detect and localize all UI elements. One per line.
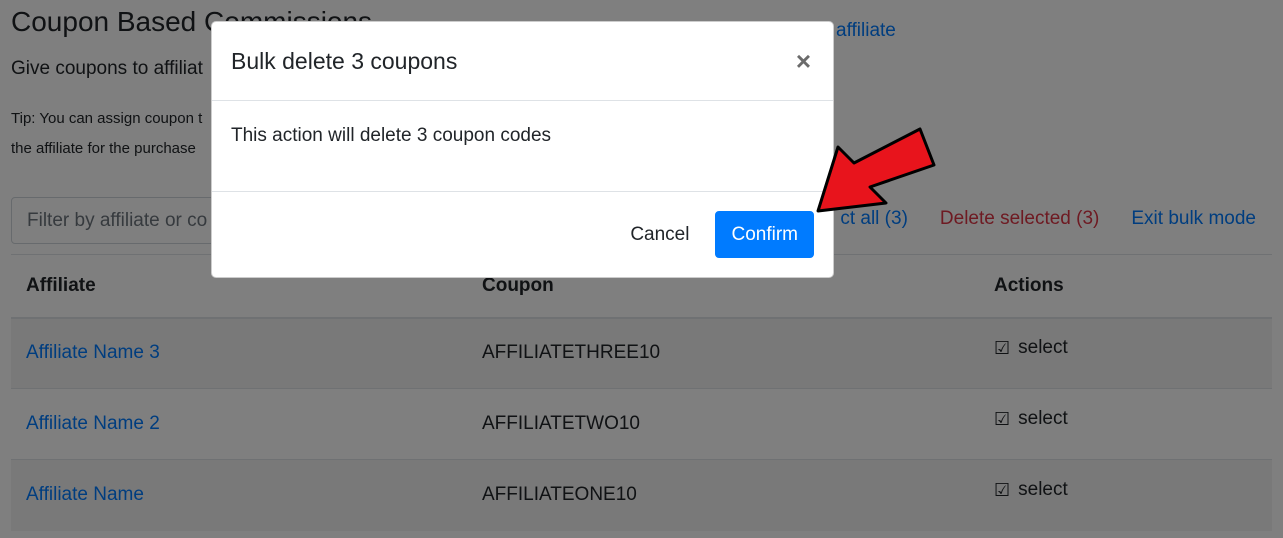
close-icon[interactable]: × bbox=[796, 48, 811, 74]
bulk-delete-modal: Bulk delete 3 coupons × This action will… bbox=[211, 21, 834, 278]
modal-title: Bulk delete 3 coupons bbox=[231, 47, 458, 74]
arrow-shape bbox=[816, 127, 936, 213]
modal-footer: Cancel Confirm bbox=[212, 192, 833, 277]
confirm-button[interactable]: Confirm bbox=[715, 211, 814, 258]
cancel-button[interactable]: Cancel bbox=[630, 214, 689, 256]
modal-body: This action will delete 3 coupon codes bbox=[212, 101, 833, 192]
modal-header: Bulk delete 3 coupons × bbox=[212, 22, 833, 101]
red-arrow-annotation bbox=[816, 127, 936, 213]
